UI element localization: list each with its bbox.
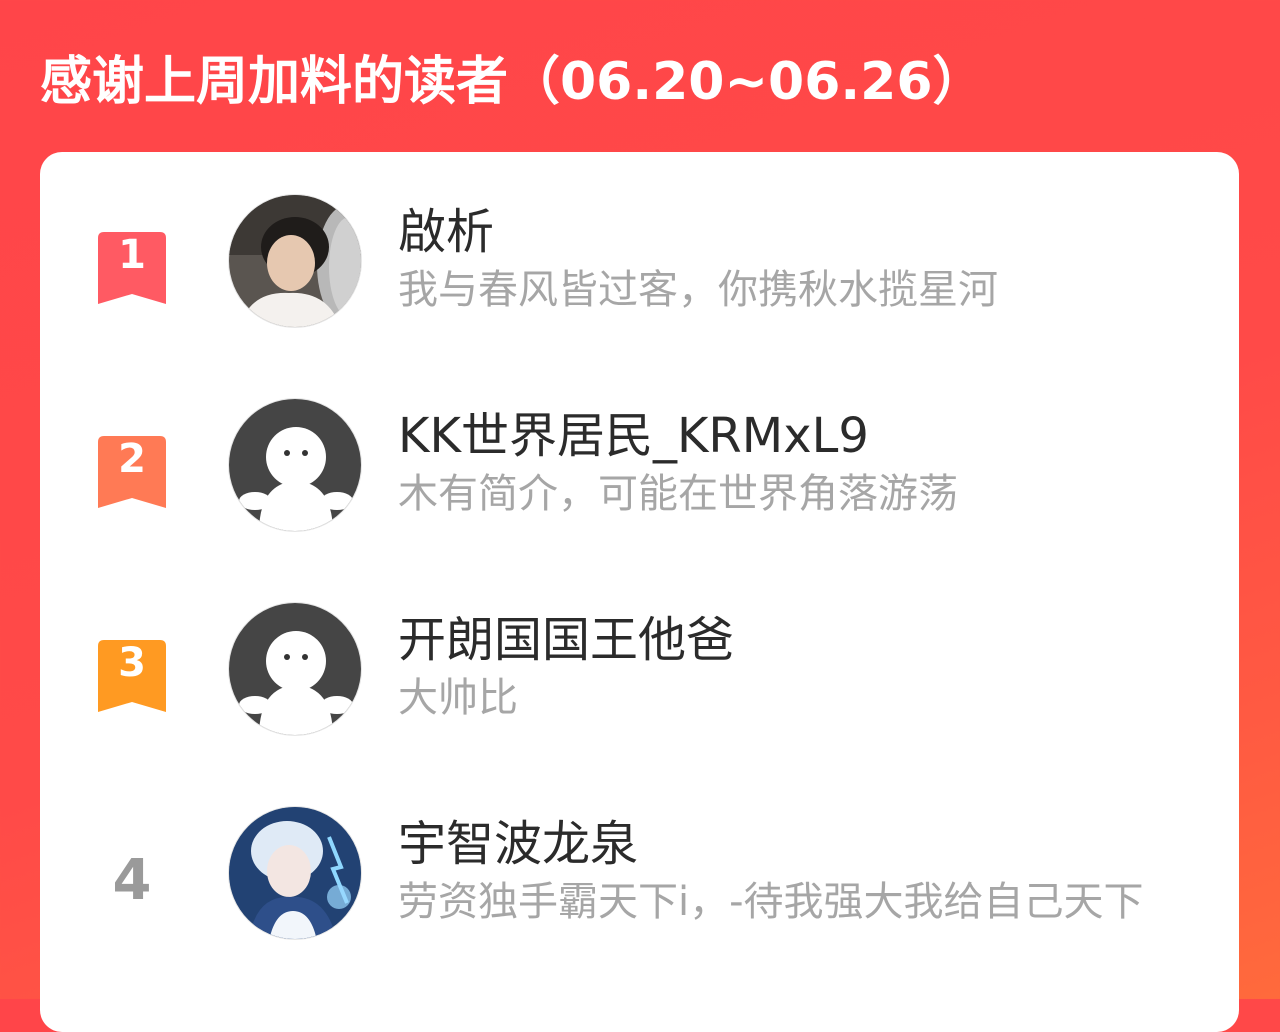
reader-avatar-default[interactable] xyxy=(228,602,362,736)
reader-name[interactable]: 开朗国国王他爸 xyxy=(398,610,734,670)
rank-1-badge-icon: 1 xyxy=(98,232,166,304)
rank-number: 4 xyxy=(112,848,152,913)
rank-3-badge-icon: 3 xyxy=(98,640,166,712)
reader-name[interactable]: KK世界居民_KRMxL9 xyxy=(398,406,869,466)
rank-number: 2 xyxy=(118,436,146,482)
rank-number: 1 xyxy=(118,232,146,278)
reader-row-1[interactable]: 1 啟析 我与春风皆过客，你携秋水揽星河 xyxy=(40,194,1239,334)
reader-name[interactable]: 啟析 xyxy=(398,202,494,262)
reader-bio: 我与春风皆过客，你携秋水揽星河 xyxy=(398,267,998,313)
reader-ranking-card: 1 啟析 我与春风皆过客，你携秋水揽星河 2 KK世界居民_KRMxL9 木有简… xyxy=(40,152,1239,1032)
rank-2-badge-icon: 2 xyxy=(98,436,166,508)
reader-avatar-default[interactable] xyxy=(228,398,362,532)
reader-row-4[interactable]: 4 宇智波龙泉 劳资独手霸天下i，-待我强大我给自己天下 xyxy=(40,806,1239,946)
reader-bio: 大帅比 xyxy=(398,675,518,721)
reader-name[interactable]: 宇智波龙泉 xyxy=(398,814,638,874)
reader-row-2[interactable]: 2 KK世界居民_KRMxL9 木有简介，可能在世界角落游荡 xyxy=(40,398,1239,538)
page-title: 感谢上周加料的读者（06.20~06.26） xyxy=(40,52,985,112)
reader-bio: 木有简介，可能在世界角落游荡 xyxy=(398,471,958,517)
reader-avatar-anime[interactable] xyxy=(228,806,362,940)
reader-bio: 劳资独手霸天下i，-待我强大我给自己天下 xyxy=(398,879,1144,925)
rank-number: 3 xyxy=(118,640,146,686)
reader-row-3[interactable]: 3 开朗国国王他爸 大帅比 xyxy=(40,602,1239,742)
reader-avatar-photo[interactable] xyxy=(228,194,362,328)
